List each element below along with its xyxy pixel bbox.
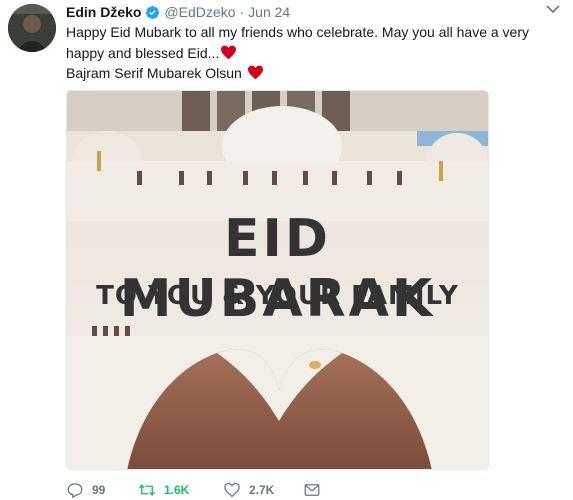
avatar[interactable] <box>8 4 56 52</box>
retweet-button[interactable]: 1.6K <box>138 481 223 499</box>
separator-dot: · <box>239 4 245 20</box>
tweet-text-segment: Bajram Serif Mubarek Olsun <box>66 65 242 81</box>
like-count: 2.7K <box>249 483 275 497</box>
retweet-icon <box>138 484 156 496</box>
tweet-media-image[interactable]: EID MUBARAK TO YOU & YOUR FAMILY <box>66 90 489 470</box>
tweet-text-segment: happy and blessed Eid... <box>66 44 220 61</box>
author-handle[interactable]: @EdDzeko <box>164 4 235 20</box>
tweet-text-line: Happy Eid Mubark to all my friends who c… <box>66 24 529 40</box>
tweet-date[interactable]: Jun 24 <box>248 4 290 20</box>
tweet-text-line: happy and blessed Eid... <box>66 43 546 64</box>
tweet[interactable]: Edin Džeko @EdDzeko · Jun 24 Happy Eid M… <box>0 0 573 500</box>
chevron-down-icon[interactable] <box>545 2 561 16</box>
reply-count: 99 <box>92 483 106 497</box>
tweet-header: Edin Džeko @EdDzeko · Jun 24 <box>66 3 290 21</box>
like-icon <box>224 482 240 498</box>
author-name[interactable]: Edin Džeko <box>66 4 141 20</box>
tweet-text-line: Bajram Serif Mubarek Olsun <box>66 63 546 84</box>
media-title-text: EID MUBARAK <box>119 209 436 329</box>
tweet-actions: 99 1.6K 2.7K <box>66 480 321 500</box>
red-heart-icon <box>220 45 237 60</box>
like-button[interactable]: 2.7K <box>223 481 303 499</box>
direct-message-icon <box>304 484 320 496</box>
tweet-text: Happy Eid Mubark to all my friends who c… <box>66 22 546 84</box>
direct-message-button[interactable] <box>303 481 321 499</box>
retweet-count: 1.6K <box>164 483 190 497</box>
verified-badge-icon <box>145 5 160 20</box>
reply-icon <box>67 483 83 499</box>
red-heart-icon <box>247 65 264 80</box>
reply-button[interactable]: 99 <box>66 481 138 499</box>
media-subtitle-text: TO YOU & YOUR FAMILY <box>96 281 459 311</box>
